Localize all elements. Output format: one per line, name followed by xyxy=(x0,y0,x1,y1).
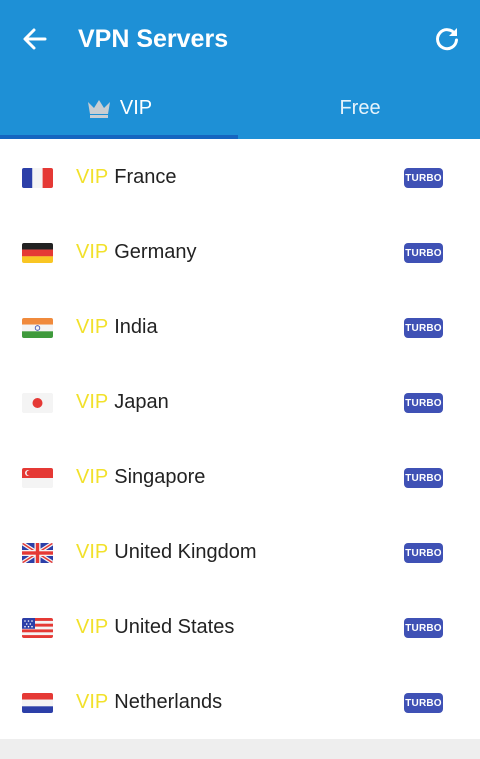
vip-prefix: VIP xyxy=(76,541,109,563)
turbo-badge: TURBO xyxy=(404,543,443,563)
app-bar: VPN Servers VIP Free xyxy=(0,0,480,139)
flag-us-icon xyxy=(22,618,53,638)
country-name: India xyxy=(114,316,158,338)
server-row-germany[interactable]: VIP Germany TURBO xyxy=(0,214,480,289)
country-name: Netherlands xyxy=(114,691,223,713)
back-arrow-icon[interactable] xyxy=(20,24,50,54)
tab-vip-label: VIP xyxy=(119,96,153,119)
server-row-united-kingdom[interactable]: VIP United Kingdom TURBO xyxy=(0,514,480,589)
country-name: United States xyxy=(114,616,235,638)
server-name: VIP Netherlands xyxy=(76,688,222,716)
turbo-badge: TURBO xyxy=(404,318,443,338)
server-name: VIP Germany xyxy=(76,238,197,266)
vip-prefix: VIP xyxy=(76,466,109,488)
crown-icon xyxy=(87,100,110,118)
flag-singapore-icon xyxy=(22,468,53,488)
turbo-badge: TURBO xyxy=(404,393,443,413)
flag-japan-icon xyxy=(22,393,53,413)
flag-india-icon xyxy=(22,318,53,338)
vip-prefix: VIP xyxy=(76,391,109,413)
turbo-badge: TURBO xyxy=(404,693,443,713)
server-list: VIP France TURBO VIP Germany TURBO VIP Indi… xyxy=(0,139,480,739)
country-name: Singapore xyxy=(114,466,206,488)
server-name: VIP United States xyxy=(76,613,234,641)
vip-prefix: VIP xyxy=(76,616,109,638)
server-row-netherlands[interactable]: VIP Netherlands TURBO xyxy=(0,664,480,739)
vip-prefix: VIP xyxy=(76,691,109,713)
flag-germany-icon xyxy=(22,243,53,263)
server-name: VIP Singapore xyxy=(76,463,205,491)
server-row-india[interactable]: VIP India TURBO xyxy=(0,289,480,364)
server-row-japan[interactable]: VIP Japan TURBO xyxy=(0,364,480,439)
country-name: United Kingdom xyxy=(114,541,257,563)
flag-france-icon xyxy=(22,168,53,188)
flag-netherlands-icon xyxy=(22,693,53,713)
server-row-france[interactable]: VIP France TURBO xyxy=(0,139,480,214)
vip-prefix: VIP xyxy=(76,316,109,338)
server-name: VIP France xyxy=(76,163,177,191)
flag-uk-icon xyxy=(22,543,53,563)
page-title: VPN Servers xyxy=(78,25,229,53)
country-name: Japan xyxy=(114,391,169,413)
turbo-badge: TURBO xyxy=(404,618,443,638)
country-name: France xyxy=(114,166,177,188)
tab-vip[interactable]: VIP xyxy=(0,80,238,136)
refresh-icon[interactable] xyxy=(432,24,462,54)
turbo-badge: TURBO xyxy=(404,468,443,488)
server-name: VIP Japan xyxy=(76,388,169,416)
tab-free-label: Free xyxy=(339,96,381,119)
server-name: VIP India xyxy=(76,313,158,341)
turbo-badge: TURBO xyxy=(404,243,443,263)
turbo-badge: TURBO xyxy=(404,168,443,188)
server-row-united-states[interactable]: VIP United States TURBO xyxy=(0,589,480,664)
country-name: Germany xyxy=(114,241,197,263)
vip-prefix: VIP xyxy=(76,166,109,188)
server-name: VIP United Kingdom xyxy=(76,538,257,566)
vip-prefix: VIP xyxy=(76,241,109,263)
tab-free[interactable]: Free xyxy=(240,80,480,136)
server-row-singapore[interactable]: VIP Singapore TURBO xyxy=(0,439,480,514)
bottom-strip xyxy=(0,739,480,759)
